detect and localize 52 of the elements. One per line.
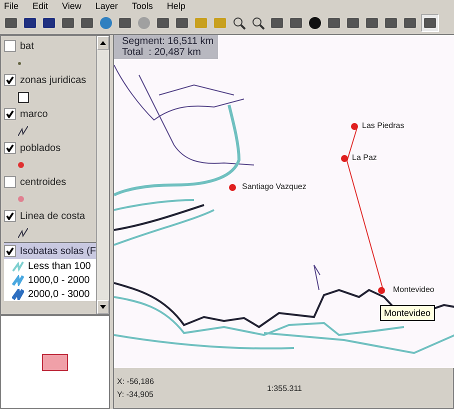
city-dot: [378, 287, 385, 294]
map-canvas[interactable]: Segment: 16,511 km Total : 20,487 km Las Piedras La Paz Santiago Vazquez Montevideo Montevideo: [113, 35, 454, 368]
zoom-in-icon: [232, 16, 246, 30]
menu-item[interactable]: Edit: [32, 0, 48, 12]
layer-name: Linea de costa: [20, 210, 86, 222]
layer-name: centroides: [20, 176, 66, 188]
dot-symbol-icon: [18, 162, 24, 168]
city-label: La Paz: [352, 153, 377, 162]
menu-item[interactable]: Layer: [95, 0, 118, 12]
square-symbol-icon: [18, 92, 29, 102]
city-dot: [351, 123, 358, 130]
legend-class-label: 1000,0 - 2000: [28, 274, 90, 286]
x-coordinate: X: -56,186: [117, 377, 155, 386]
zoom-out-icon: [251, 16, 265, 30]
city-label: Santiago Vazquez: [242, 182, 306, 191]
layer-checkbox[interactable]: [4, 176, 16, 188]
layer-name: Isobatas solas (F: [20, 246, 96, 256]
legend-class-label: Less than 100: [28, 260, 91, 272]
dot-symbol-icon: [18, 196, 24, 202]
layer-checkbox[interactable]: [4, 210, 16, 222]
y-coordinate: Y: -34,905: [117, 390, 154, 399]
legend-class-label: 2000,0 - 3000: [28, 288, 90, 300]
tooltip: Montevideo: [380, 305, 435, 321]
city-dot: [229, 184, 236, 191]
scrollbar[interactable]: [96, 36, 109, 314]
layer-checkbox[interactable]: [4, 142, 16, 154]
layer-name: zonas juridicas: [20, 74, 86, 86]
extent-rectangle: [42, 354, 68, 370]
menu-item[interactable]: View: [62, 0, 82, 12]
selected-layer-row[interactable]: Isobatas solas (F Less than 100 1000,0 - 2000 2000,0 - 3000: [4, 242, 96, 301]
dot-symbol-icon: [18, 62, 21, 64]
city-label: Montevideo: [393, 285, 434, 294]
city-dot: [341, 155, 348, 162]
menu-item[interactable]: Tools: [132, 0, 153, 12]
layer-name: bat: [20, 40, 34, 52]
layer-checkbox[interactable]: [4, 74, 16, 86]
total-length: Total : 20,487 km: [122, 47, 202, 58]
city-label: Las Piedras: [362, 121, 404, 130]
layer-checkbox[interactable]: [4, 245, 16, 257]
scroll-down-icon[interactable]: [100, 305, 106, 309]
menu-item[interactable]: Help: [166, 0, 186, 12]
layer-checkbox[interactable]: [4, 40, 16, 52]
line-symbol-icon: [18, 228, 28, 238]
layer-name: marco: [20, 108, 48, 120]
segment-length: Segment: 16,511 km: [122, 36, 214, 47]
map-scale: 1:355.311: [267, 384, 302, 392]
line-symbol-icon: [18, 126, 28, 136]
disabled-circle-icon: [137, 16, 151, 30]
layer-checkbox[interactable]: [4, 108, 16, 120]
layer-name: poblados: [20, 142, 61, 154]
menu-item[interactable]: File: [4, 0, 19, 12]
scroll-up-icon[interactable]: [100, 41, 106, 45]
